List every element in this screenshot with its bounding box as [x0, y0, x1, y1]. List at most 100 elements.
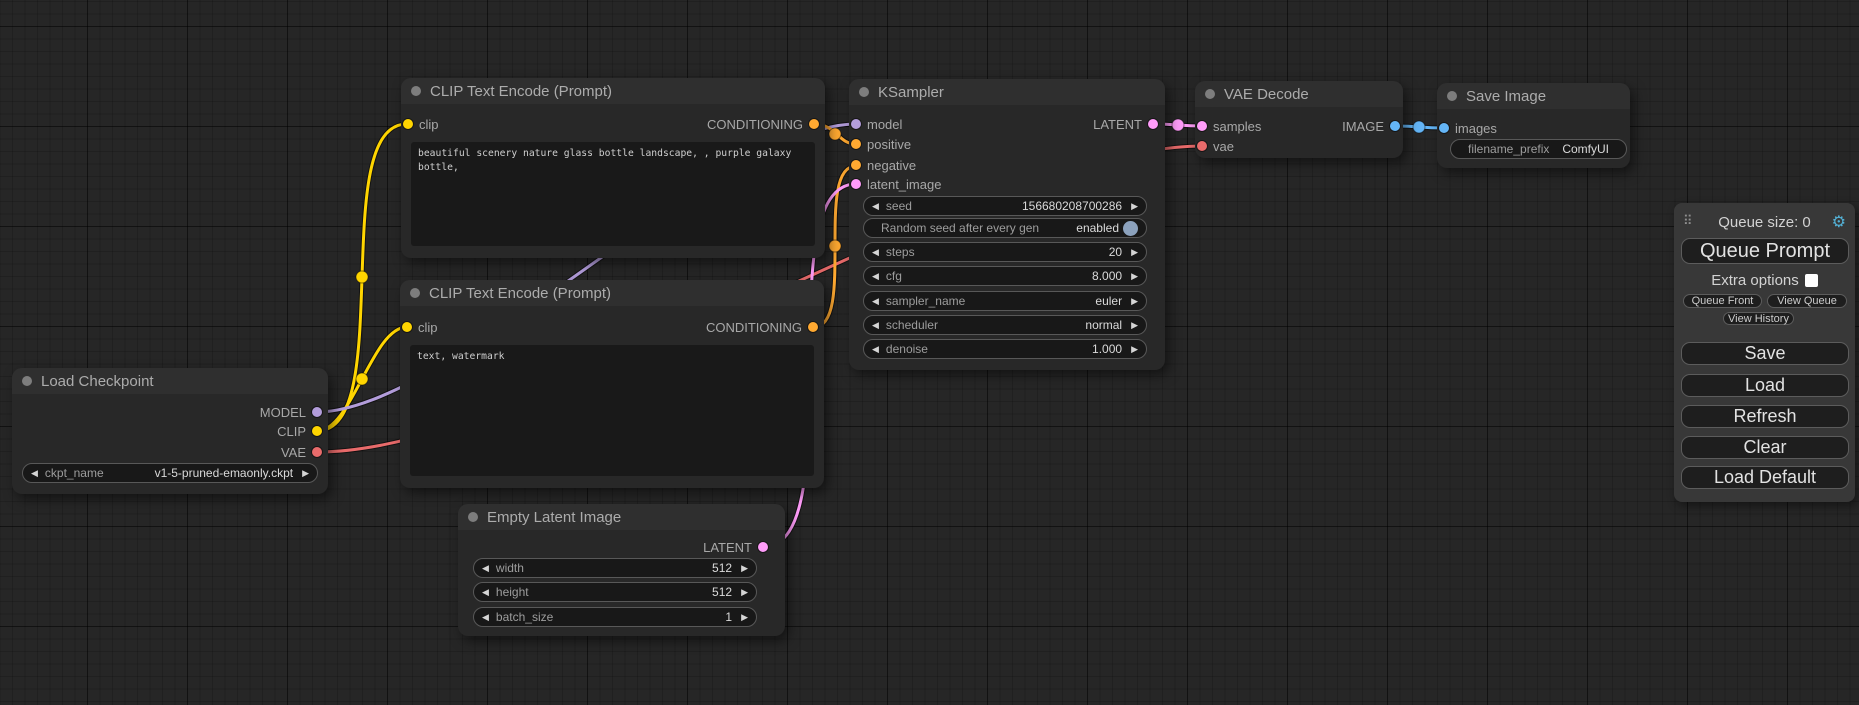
output-port-latent: LATENT: [1093, 114, 1158, 134]
collapse-dot-icon[interactable]: [22, 376, 32, 386]
extra-options-row: Extra options: [1674, 272, 1855, 289]
node-header[interactable]: Empty Latent Image: [458, 504, 785, 530]
widget-ckpt-name[interactable]: ◀ ckpt_name v1-5-pruned-emaonly.ckpt ▶: [22, 463, 318, 483]
increment-arrow-icon[interactable]: ▶: [1131, 272, 1138, 281]
positive-prompt-textarea[interactable]: beautiful scenery nature glass bottle la…: [411, 142, 815, 246]
input-port-negative: negative: [851, 155, 916, 175]
collapse-dot-icon[interactable]: [1205, 89, 1215, 99]
node-title: VAE Decode: [1224, 86, 1309, 103]
decrement-arrow-icon[interactable]: ◀: [872, 321, 879, 330]
port-dot-model[interactable]: [312, 407, 322, 417]
widget-width[interactable]: ◀ width 512 ▶: [473, 558, 757, 578]
increment-arrow-icon[interactable]: ▶: [1131, 321, 1138, 330]
load-default-button[interactable]: Load Default: [1681, 466, 1849, 489]
input-port-samples: samples: [1197, 116, 1261, 136]
node-header[interactable]: Load Checkpoint: [12, 368, 328, 394]
decrement-arrow-icon[interactable]: ◀: [872, 202, 879, 211]
extra-options-checkbox[interactable]: [1805, 274, 1818, 287]
input-port-latent-image: latent_image: [851, 174, 941, 194]
collapse-dot-icon[interactable]: [859, 87, 869, 97]
increment-arrow-icon[interactable]: ▶: [302, 469, 309, 478]
widget-label: ckpt_name: [45, 466, 104, 480]
widget-label: scheduler: [886, 318, 938, 332]
decrement-arrow-icon[interactable]: ◀: [872, 248, 879, 257]
widget-height[interactable]: ◀ height 512 ▶: [473, 582, 757, 602]
widget-filename-prefix[interactable]: filename_prefix ComfyUI: [1450, 139, 1627, 159]
port-dot-image[interactable]: [1439, 123, 1449, 133]
port-label: CONDITIONING: [706, 320, 802, 335]
queue-prompt-button[interactable]: Queue Prompt: [1681, 238, 1849, 264]
node-title: CLIP Text Encode (Prompt): [429, 285, 611, 302]
node-clip-text-encode-positive: CLIP Text Encode (Prompt) clip CONDITION…: [401, 78, 825, 258]
decrement-arrow-icon[interactable]: ◀: [482, 564, 489, 573]
widget-sampler-name[interactable]: ◀ sampler_name euler ▶: [863, 291, 1147, 311]
increment-arrow-icon[interactable]: ▶: [741, 564, 748, 573]
negative-prompt-textarea[interactable]: text, watermark: [410, 345, 814, 476]
port-dot-model[interactable]: [851, 119, 861, 129]
queue-front-button[interactable]: Queue Front: [1683, 294, 1762, 308]
node-header[interactable]: Save Image: [1437, 83, 1630, 109]
port-dot-conditioning[interactable]: [851, 139, 861, 149]
widget-random-seed-toggle[interactable]: Random seed after every gen enabled: [863, 218, 1147, 238]
output-port-model: MODEL: [260, 402, 322, 422]
node-title: Save Image: [1466, 88, 1546, 105]
node-graph-canvas[interactable]: Load Checkpoint MODEL CLIP VAE ◀ ckpt_na…: [0, 0, 1859, 705]
widget-value: 512: [712, 585, 732, 599]
decrement-arrow-icon[interactable]: ◀: [482, 588, 489, 597]
node-header[interactable]: VAE Decode: [1195, 81, 1403, 107]
collapse-dot-icon[interactable]: [410, 288, 420, 298]
decrement-arrow-icon[interactable]: ◀: [872, 345, 879, 354]
widget-steps[interactable]: ◀ steps 20 ▶: [863, 242, 1147, 262]
port-label: CONDITIONING: [707, 117, 803, 132]
output-port-conditioning: CONDITIONING: [706, 317, 818, 337]
widget-denoise[interactable]: ◀ denoise 1.000 ▶: [863, 339, 1147, 359]
port-dot-vae[interactable]: [312, 447, 322, 457]
widget-cfg[interactable]: ◀ cfg 8.000 ▶: [863, 266, 1147, 286]
widget-seed[interactable]: ◀ seed 156680208700286 ▶: [863, 196, 1147, 216]
port-dot-latent[interactable]: [1148, 119, 1158, 129]
port-dot-image[interactable]: [1390, 121, 1400, 131]
port-dot-conditioning[interactable]: [809, 119, 819, 129]
port-dot-latent[interactable]: [758, 542, 768, 552]
decrement-arrow-icon[interactable]: ◀: [872, 272, 879, 281]
node-save-image: Save Image images filename_prefix ComfyU…: [1437, 83, 1630, 168]
widget-value: ComfyUI: [1562, 142, 1609, 156]
clear-button[interactable]: Clear: [1681, 436, 1849, 459]
increment-arrow-icon[interactable]: ▶: [1131, 202, 1138, 211]
increment-arrow-icon[interactable]: ▶: [1131, 345, 1138, 354]
decrement-arrow-icon[interactable]: ◀: [31, 469, 38, 478]
decrement-arrow-icon[interactable]: ◀: [872, 297, 879, 306]
gear-icon[interactable]: ⚙: [1832, 212, 1846, 232]
port-dot-latent[interactable]: [851, 179, 861, 189]
widget-batch-size[interactable]: ◀ batch_size 1 ▶: [473, 607, 757, 627]
collapse-dot-icon[interactable]: [1447, 91, 1457, 101]
view-queue-button[interactable]: View Queue: [1767, 294, 1847, 308]
save-button[interactable]: Save: [1681, 342, 1849, 365]
output-port-conditioning: CONDITIONING: [707, 114, 819, 134]
node-header[interactable]: CLIP Text Encode (Prompt): [400, 280, 824, 306]
increment-arrow-icon[interactable]: ▶: [1131, 248, 1138, 257]
port-dot-clip[interactable]: [312, 426, 322, 436]
port-dot-latent[interactable]: [1197, 121, 1207, 131]
port-dot-conditioning[interactable]: [851, 160, 861, 170]
widget-label: batch_size: [496, 610, 553, 624]
increment-arrow-icon[interactable]: ▶: [741, 613, 748, 622]
increment-arrow-icon[interactable]: ▶: [741, 588, 748, 597]
port-dot-clip[interactable]: [402, 322, 412, 332]
view-history-button[interactable]: View History: [1723, 312, 1794, 325]
node-header[interactable]: CLIP Text Encode (Prompt): [401, 78, 825, 104]
refresh-button[interactable]: Refresh: [1681, 405, 1849, 428]
port-label: latent_image: [867, 177, 941, 192]
toggle-enabled-icon[interactable]: [1123, 221, 1138, 236]
node-header[interactable]: KSampler: [849, 79, 1165, 105]
increment-arrow-icon[interactable]: ▶: [1131, 297, 1138, 306]
widget-scheduler[interactable]: ◀ scheduler normal ▶: [863, 315, 1147, 335]
collapse-dot-icon[interactable]: [411, 86, 421, 96]
wire-midpoint-dot: [356, 271, 368, 283]
load-button[interactable]: Load: [1681, 374, 1849, 397]
decrement-arrow-icon[interactable]: ◀: [482, 613, 489, 622]
port-dot-vae[interactable]: [1197, 141, 1207, 151]
port-dot-conditioning[interactable]: [808, 322, 818, 332]
port-dot-clip[interactable]: [403, 119, 413, 129]
collapse-dot-icon[interactable]: [468, 512, 478, 522]
